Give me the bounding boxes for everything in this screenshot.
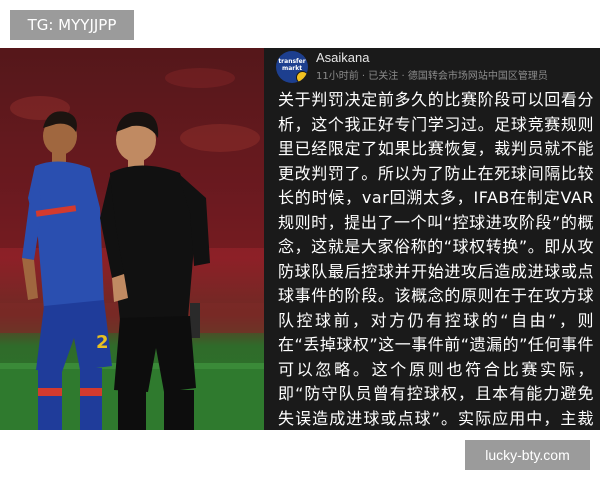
user-group: 德国转会市场网站中国区管理员 <box>407 71 548 82</box>
avatar[interactable]: transfer markt <box>276 51 308 83</box>
username[interactable]: Asaikana <box>316 50 369 65</box>
content-area: 2 transfer markt Asaikana 11小时前 · 已关注 · … <box>0 48 600 477</box>
watermark-bottom: lucky-bty.com <box>465 440 590 470</box>
jersey-number: 2 <box>96 332 109 353</box>
meta-separator: · <box>401 71 405 82</box>
photo-illustration: 2 <box>0 48 264 430</box>
post-body: 关于判罚决定前多久的比赛阶段可以回看分析，这个我正好专门学习过。足球竞赛规则里已… <box>278 90 594 477</box>
verified-badge-icon <box>296 71 308 83</box>
follow-status[interactable]: 已关注 <box>368 71 398 82</box>
social-post: transfer markt Asaikana 11小时前 · 已关注 · 德国… <box>264 48 600 477</box>
meta-separator: · <box>361 71 366 82</box>
watermark-top: TG: MYYJJPP <box>10 10 134 40</box>
match-photo: 2 <box>0 48 264 430</box>
post-meta: 11小时前 · 已关注 · 德国转会市场网站中国区管理员 <box>316 67 548 82</box>
transfermarkt-logo: transfer markt <box>278 58 306 72</box>
post-time: 11小时前 <box>316 71 359 82</box>
